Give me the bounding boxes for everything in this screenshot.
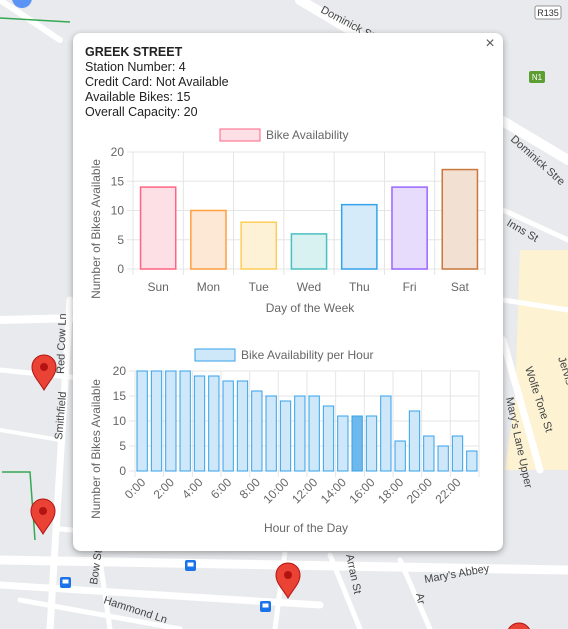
bar-22-00[interactable] — [451, 435, 464, 472]
station-info-window: × GREEK STREET Station Number: 4 Credit … — [73, 33, 503, 551]
x-tick-label: 18:00 — [375, 475, 406, 506]
y-tick-label: 15 — [111, 174, 125, 188]
bar-6-00[interactable] — [222, 380, 234, 472]
bar-14-00[interactable] — [337, 415, 349, 472]
close-icon[interactable]: × — [481, 35, 499, 53]
svg-text:N1: N1 — [532, 73, 543, 82]
y-tick-label: 20 — [113, 364, 127, 378]
x-tick-label: Wed — [297, 280, 321, 294]
bar-5-00[interactable] — [208, 375, 220, 472]
chart-legend[interactable]: Bike Availability — [266, 128, 349, 142]
road-badge-n1: N1 — [529, 71, 545, 83]
daily-availability-chart: 0 5 10 15 20 Sun Mon Tue Wed Thu Fri Sat Bike Avail… — [89, 128, 486, 315]
bar-sat[interactable] — [441, 168, 479, 270]
credit-card-status: Credit Card: Not Available — [85, 75, 229, 89]
x-tick-label: Fri — [403, 280, 417, 294]
x-tick-label: 2:00 — [151, 475, 178, 502]
x-tick-label: 14:00 — [318, 475, 349, 506]
x-tick-label: 10:00 — [260, 475, 291, 506]
bar-4-00[interactable] — [193, 375, 206, 472]
y-axis-title: Number of Bikes Available — [89, 379, 103, 519]
bar-15-00[interactable] — [351, 415, 363, 472]
bar-thu[interactable] — [340, 203, 378, 270]
chart-legend[interactable]: Bike Availability per Hour — [241, 348, 374, 362]
y-tick-label: 0 — [117, 262, 124, 276]
x-tick-label: Thu — [349, 280, 370, 294]
bar-1-00[interactable] — [150, 370, 163, 472]
bar-8-00[interactable] — [251, 390, 263, 472]
y-tick-label: 10 — [113, 414, 127, 428]
y-tick-label: 15 — [113, 389, 127, 403]
y-axis-title: Number of Bikes Available — [89, 159, 103, 299]
x-axis-title: Day of the Week — [266, 301, 355, 315]
legend-swatch[interactable] — [194, 348, 236, 362]
x-tick-label: 0:00 — [122, 475, 149, 502]
overall-capacity: Overall Capacity: 20 — [85, 105, 198, 119]
x-axis-title: Hour of the Day — [264, 521, 348, 535]
x-tick-label: 6:00 — [208, 475, 235, 502]
station-name: GREEK STREET — [85, 45, 183, 59]
bus-stop-icon[interactable] — [60, 577, 71, 588]
bar-wed[interactable] — [290, 233, 328, 270]
y-tick-label: 5 — [117, 233, 124, 247]
bar-mon[interactable] — [190, 209, 227, 270]
street-label: Red Cow Ln — [55, 313, 69, 374]
station-number: Station Number: 4 — [85, 60, 186, 74]
bar-9-00[interactable] — [265, 395, 277, 472]
bar-13-00[interactable] — [322, 405, 335, 472]
x-tick-label: Mon — [197, 280, 220, 294]
x-tick-label: Tue — [249, 280, 270, 294]
x-tick-label: 16:00 — [346, 475, 377, 506]
bar-3-00[interactable] — [179, 370, 191, 472]
x-tick-label: 22:00 — [432, 475, 463, 506]
bar-17-00[interactable] — [380, 395, 392, 472]
bar-12-00[interactable] — [308, 395, 320, 472]
x-tick-label: Sun — [147, 280, 168, 294]
bar-tue[interactable] — [240, 221, 278, 270]
legend-swatch[interactable] — [219, 128, 261, 142]
available-bikes: Available Bikes: 15 — [85, 90, 191, 104]
y-tick-label: 0 — [119, 464, 126, 478]
bar-0-00[interactable] — [136, 370, 148, 472]
bar-19-00[interactable] — [408, 410, 421, 472]
bar-16-00[interactable] — [365, 415, 378, 472]
x-tick-label: Sat — [451, 280, 470, 294]
bar-21-00[interactable] — [437, 445, 449, 472]
bus-stop-icon[interactable] — [185, 560, 196, 571]
bar-11-00[interactable] — [294, 395, 306, 472]
x-tick-label: 20:00 — [404, 475, 435, 506]
bar-sun[interactable] — [139, 186, 177, 270]
bar-fri[interactable] — [391, 186, 428, 270]
bar-23-00[interactable] — [466, 450, 478, 472]
y-tick-label: 5 — [119, 439, 126, 453]
hourly-availability-chart: 0 5 10 15 20 0:00 2:00 4:00 6:00 8:0010:0012:0014… — [89, 348, 480, 535]
station-info: GREEK STREET Station Number: 4 Credit Ca… — [85, 45, 229, 120]
road-badge-r135: R135 — [534, 5, 562, 20]
bar-18-00[interactable] — [394, 440, 406, 472]
bar-10-00[interactable] — [279, 400, 292, 472]
x-tick-label: 4:00 — [179, 475, 206, 502]
bar-20-00[interactable] — [423, 435, 435, 472]
x-tick-label: 12:00 — [289, 475, 320, 506]
y-tick-label: 10 — [111, 204, 125, 218]
bar-7-00[interactable] — [236, 380, 249, 472]
svg-text:R135: R135 — [537, 8, 559, 18]
y-tick-label: 20 — [111, 145, 125, 159]
x-tick-label: 8:00 — [237, 475, 264, 502]
bar-2-00[interactable] — [165, 370, 177, 472]
bus-stop-icon[interactable] — [260, 601, 271, 612]
